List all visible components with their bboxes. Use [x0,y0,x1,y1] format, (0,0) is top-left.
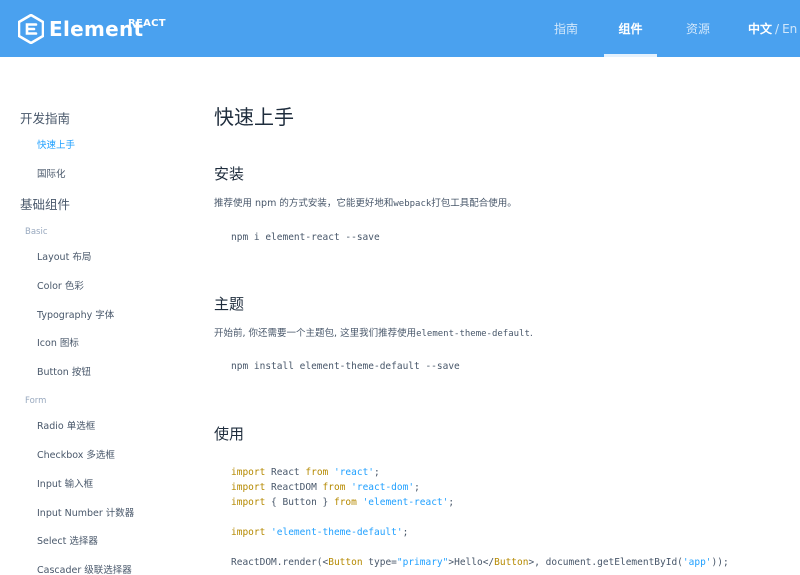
code-text: ; [414,482,420,493]
code-text: ; [402,527,409,538]
page-title: 快速上手 [214,105,294,129]
code-keyword: import [231,467,266,478]
theme-desc-code: element-theme-default [416,329,530,339]
code-keyword: import [231,482,266,493]
usage-heading: 使用 [214,425,245,443]
code-text: { Button } [265,497,334,508]
code-keyword: import [231,527,266,538]
code-string: 'app' [682,557,712,568]
code-string: "primary" [396,557,449,568]
nav-guide[interactable]: 指南 [540,0,592,57]
install-command: npm i element-react --save [231,232,380,243]
lang-zh-link[interactable]: 中文 [748,20,772,37]
sidebar-item-input[interactable]: Input 输入框 [37,476,93,490]
code-tag: Button [328,557,363,568]
code-text: >Hello</ [448,557,495,568]
install-desc-text: 推荐使用 npm 的方式安装，它能更好地和 [214,198,394,209]
sidebar-item-button[interactable]: Button 按钮 [37,364,91,378]
code-keyword: from [322,482,346,493]
sidebar-group-guide: 开发指南 [20,111,71,126]
lang-separator: / [775,21,780,36]
lang-en-link[interactable]: En [782,22,797,36]
install-heading: 安装 [214,165,245,183]
sidebar-item-quickstart[interactable]: 快速上手 [37,137,75,151]
code-text: ReactDOM [265,482,323,493]
usage-code-line-2: import ReactDOM from 'react-dom'; [231,482,420,493]
code-text: )); [711,557,729,568]
code-text: >, document.getElementById( [528,557,683,568]
sidebar-category-form: Form [25,396,47,406]
sidebar-item-icon[interactable]: Icon 图标 [37,335,79,349]
code-tag: Button [494,557,529,568]
logo-react-badge: REACT [128,18,166,29]
code-text: React [265,467,306,478]
theme-heading: 主题 [214,295,245,313]
code-text: ReactDOM.render(< [231,557,329,568]
sidebar-item-input-number[interactable]: Input Number 计数器 [37,505,134,519]
nav-components[interactable]: 组件 [604,0,657,57]
code-string: 'element-react' [356,497,449,508]
theme-description: 开始前, 你还需要一个主题包, 这里我们推荐使用element-theme-de… [214,325,533,339]
usage-code-line-1: import React from 'react'; [231,467,380,478]
theme-desc-text: 开始前, 你还需要一个主题包, 这里我们推荐使用 [214,328,417,339]
code-keyword: from [305,467,329,478]
code-text: ; [374,467,380,478]
nav-resources[interactable]: 资源 [672,0,724,57]
sidebar-category-basic: Basic [25,227,48,237]
theme-desc-text-end: . [529,328,533,339]
sidebar-item-typography[interactable]: Typography 字体 [37,307,114,321]
code-string: 'react-dom' [345,482,415,493]
install-description: 推荐使用 npm 的方式安装，它能更好地和webpack打包工具配合使用。 [214,195,517,209]
install-desc-code: webpack [393,199,432,209]
code-keyword: import [231,497,266,508]
sidebar-item-cascader[interactable]: Cascader 级联选择器 [37,562,132,575]
element-logo-icon [18,14,44,44]
usage-code-line-5: ReactDOM.render(<Button type="primary">H… [231,557,729,568]
sidebar-item-checkbox[interactable]: Checkbox 多选框 [37,447,115,461]
sidebar-item-select[interactable]: Select 选择器 [37,533,98,547]
install-desc-text-end: 打包工具配合使用。 [431,198,517,209]
code-text: ; [448,497,455,508]
code-string: 'react' [328,467,375,478]
code-string: 'element-theme-default' [265,527,403,538]
usage-code-line-3: import { Button } from 'element-react'; [231,497,454,508]
top-header: Element REACT 指南 组件 资源 中文 / En [0,0,800,57]
logo[interactable]: Element [18,13,143,45]
sidebar-item-radio[interactable]: Radio 单选框 [37,418,95,432]
theme-command: npm install element-theme-default --save [231,361,460,372]
nav-active-underline [604,54,657,57]
code-keyword: from [333,497,357,508]
sidebar-group-components: 基础组件 [20,197,71,212]
language-switch: 中文 / En [748,0,797,57]
usage-code-line-4: import 'element-theme-default'; [231,527,408,538]
sidebar-item-layout[interactable]: Layout 布局 [37,249,91,263]
code-text: type= [362,557,397,568]
sidebar-item-color[interactable]: Color 色彩 [37,278,84,292]
sidebar-item-i18n[interactable]: 国际化 [37,166,66,180]
